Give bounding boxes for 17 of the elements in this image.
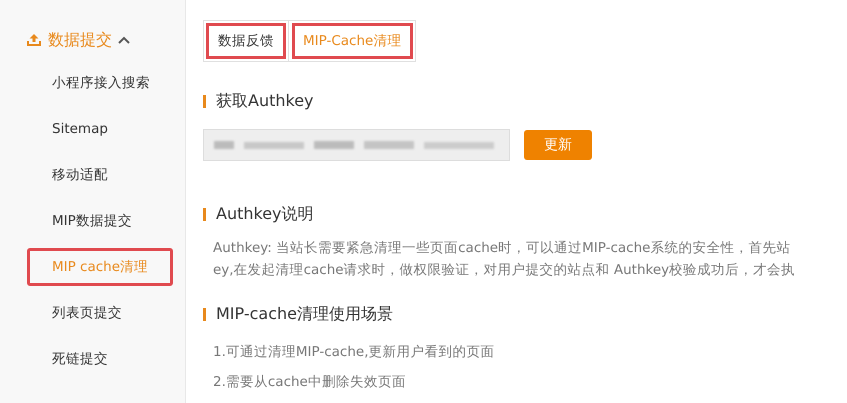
body-text: Authkey: 当站长需要紧急清理一些页面cache时，可以通过MIP-cache系统的安全性，首先站 [213,239,792,258]
body-text: ey,在发起清理cache请求时，做权限验证，对用户提交的站点和 Authkey校验成功后，才会执 [213,261,796,280]
body-text: 1.可通过清理MIP-cache,更新用户看到的页面 [213,343,496,362]
sidebar-item[interactable]: Sitemap [0,106,185,152]
caret-up-icon [118,36,130,44]
upload-icon [26,33,42,47]
section-heading: 获取Authkey [216,90,314,112]
section-heading: MIP-cache清理使用场景 [216,304,393,324]
sidebar-item[interactable]: 列表页提交 [0,290,185,336]
body-text: 2.需要从cache中删除失效页面 [213,373,407,392]
sidebar-item[interactable]: 死链提交 [0,336,185,382]
sidebar-item[interactable]: 小程序接入搜索 [0,60,185,106]
authkey-field[interactable] [203,129,510,161]
tab[interactable]: 数据反馈 [203,20,289,62]
sidebar-item[interactable]: MIP数据提交 [0,198,185,244]
sidebar-item[interactable]: 移动适配 [0,152,185,198]
section-heading: Authkey说明 [216,204,314,224]
